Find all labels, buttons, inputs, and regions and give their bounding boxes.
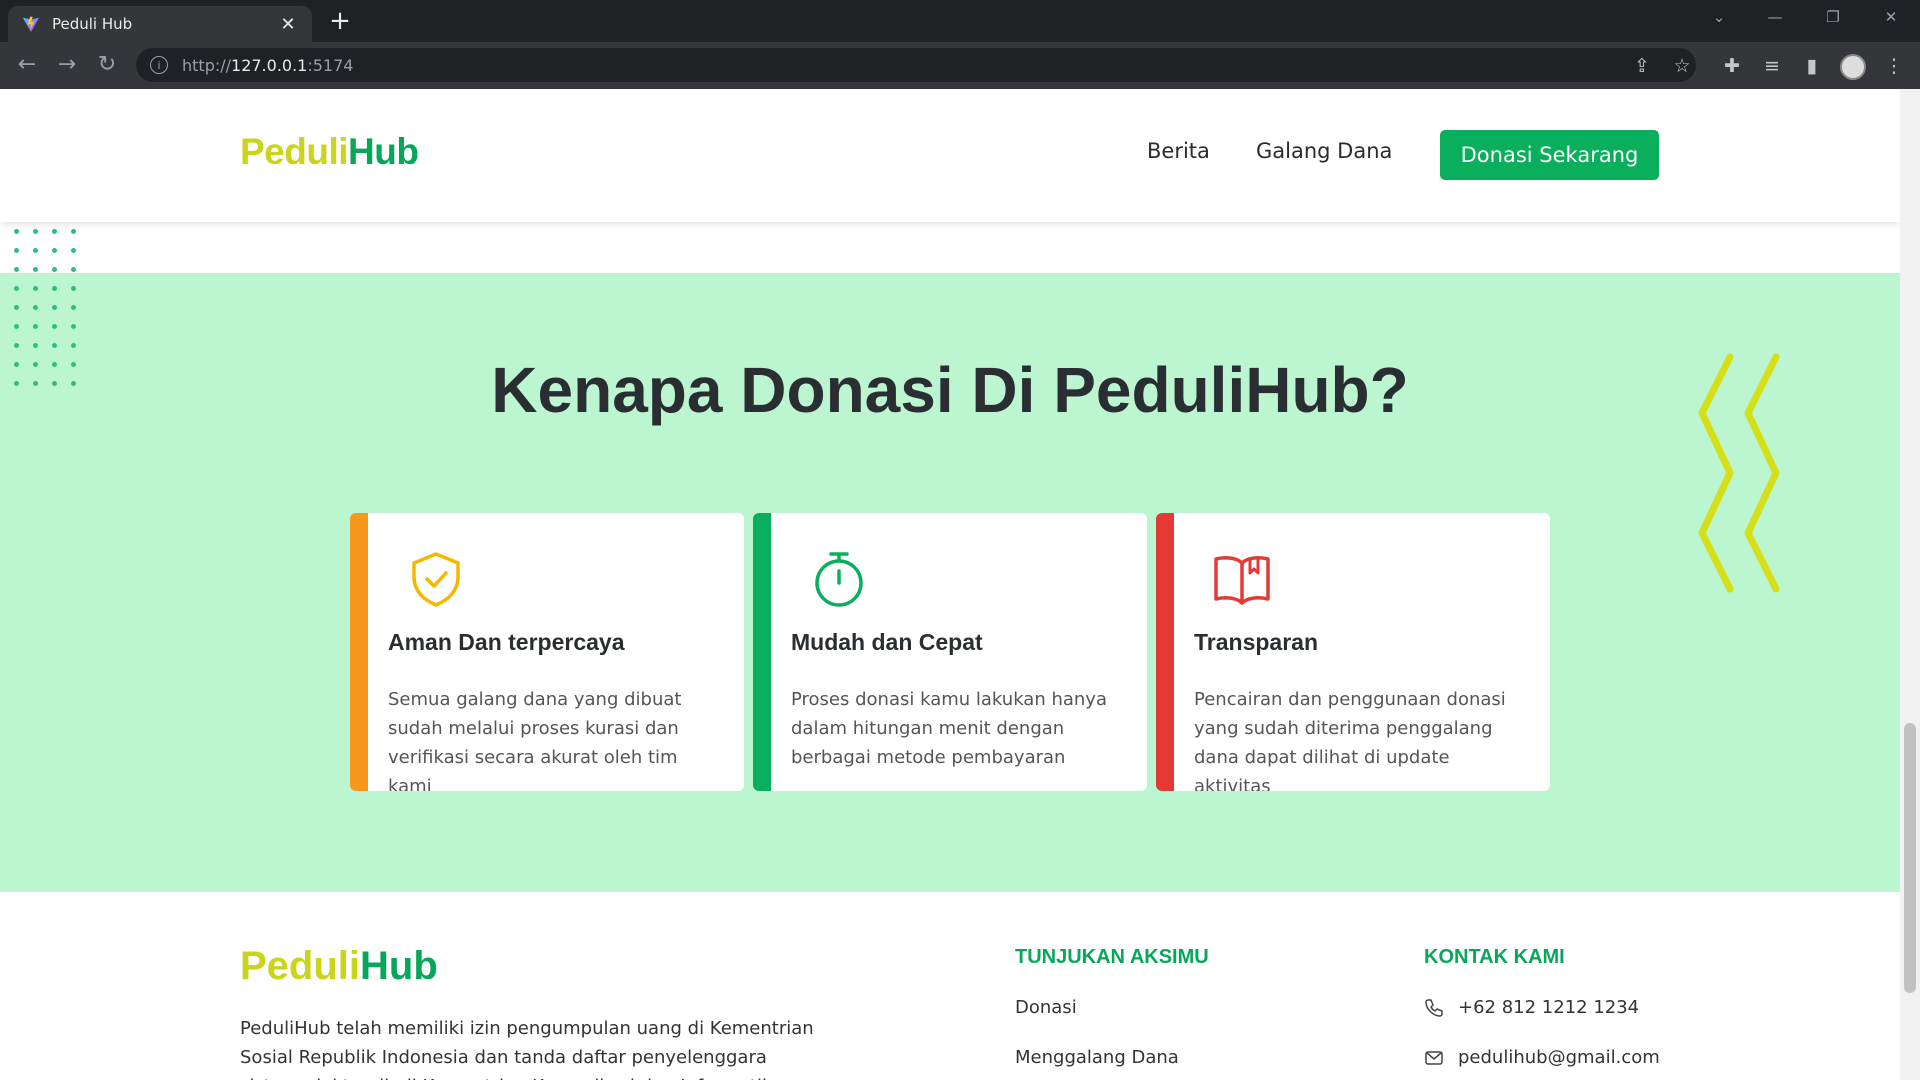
footer-logo[interactable]: PeduliHub: [240, 944, 438, 989]
decor-dot: [33, 248, 38, 253]
tab-title: Peduli Hub: [52, 15, 133, 33]
scrollbar-thumb[interactable]: [1904, 723, 1916, 993]
close-window-icon[interactable]: ✕: [1876, 8, 1906, 26]
decor-dot: [14, 381, 19, 386]
donasi-sekarang-button[interactable]: Donasi Sekarang: [1440, 130, 1659, 180]
share-icon[interactable]: ⇪: [1628, 52, 1656, 80]
decor-dot: [52, 286, 57, 291]
feature-card-mudah: Mudah dan Cepat Proses donasi kamu lakuk…: [753, 513, 1147, 791]
url-text: http://127.0.0.1:5174: [182, 55, 354, 75]
browser-toolbar: ← → ↻ i http://127.0.0.1:5174 ⇪ ☆ ✚ ≡ ▮ …: [0, 42, 1920, 89]
decor-dot: [71, 343, 76, 348]
section-title: Kenapa Donasi Di PeduliHub?: [491, 354, 1409, 426]
stopwatch-icon: [815, 552, 863, 607]
decor-dot: [14, 343, 19, 348]
card-title: Transparan: [1194, 629, 1318, 655]
page-viewport: PeduliHub Berita Galang Dana Donasi Seka…: [0, 89, 1900, 1080]
card-description: Pencairan dan penggunaan donasi yang sud…: [1194, 689, 1506, 791]
decor-dot: [71, 305, 76, 310]
decor-dot: [52, 362, 57, 367]
zigzag-decoration: [1698, 353, 1780, 593]
minimize-icon[interactable]: —: [1760, 8, 1790, 26]
browser-tab[interactable]: Peduli Hub ✕: [8, 6, 312, 42]
browser-tab-bar: Peduli Hub ✕ + ⌄ — ❐ ✕: [0, 0, 1920, 42]
decor-dot: [52, 267, 57, 272]
feature-card-aman: Aman Dan terpercaya Semua galang dana ya…: [350, 513, 744, 791]
decor-dot: [14, 362, 19, 367]
reload-icon[interactable]: ↻: [92, 50, 122, 80]
footer-description: PeduliHub telah memiliki izin pengumpula…: [240, 1018, 814, 1080]
decor-dot: [71, 267, 76, 272]
site-header: PeduliHub Berita Galang Dana Donasi Seka…: [0, 89, 1900, 222]
forward-icon[interactable]: →: [52, 50, 82, 80]
nav-link-galang-dana[interactable]: Galang Dana: [1256, 139, 1392, 163]
phone-text: +62 812 1212 1234: [1458, 997, 1640, 1018]
aksi-heading: TUNJUKAN AKSIMU: [1015, 946, 1209, 968]
card-title: Mudah dan Cepat: [791, 629, 983, 655]
back-icon[interactable]: ←: [12, 50, 42, 80]
phone-icon: [1425, 998, 1443, 1017]
decor-dot: [33, 286, 38, 291]
footer-link-donasi[interactable]: Donasi: [1015, 997, 1077, 1018]
feature-card-transparan: Transparan Pencairan dan penggunaan dona…: [1156, 513, 1550, 791]
decor-dot: [52, 229, 57, 234]
extensions-icon[interactable]: ✚: [1718, 52, 1746, 80]
site-info-icon[interactable]: i: [150, 56, 168, 74]
decor-dot: [14, 229, 19, 234]
decor-dot: [33, 381, 38, 386]
kontak-heading: KONTAK KAMI: [1424, 946, 1565, 968]
decor-dot: [33, 343, 38, 348]
decor-dot: [33, 324, 38, 329]
media-control-icon[interactable]: ≡: [1758, 52, 1786, 80]
tab-search-icon[interactable]: ⌄: [1704, 8, 1734, 26]
decor-dot: [71, 286, 76, 291]
decor-dot: [33, 362, 38, 367]
decor-dot: [33, 305, 38, 310]
profile-avatar[interactable]: [1840, 54, 1866, 80]
decor-dot: [33, 267, 38, 272]
email-text: pedulihub@gmail.com: [1458, 1047, 1660, 1068]
side-panel-icon[interactable]: ▮: [1798, 52, 1826, 80]
contact-email[interactable]: pedulihub@gmail.com: [1424, 1047, 1660, 1068]
decor-dot: [33, 229, 38, 234]
footer-link-menggalang-dana[interactable]: Menggalang Dana: [1015, 1047, 1179, 1068]
card-description: Semua galang dana yang dibuat sudah mela…: [388, 689, 682, 791]
vite-favicon-icon: [22, 16, 40, 33]
decor-dot: [52, 324, 57, 329]
close-tab-icon[interactable]: ✕: [278, 14, 298, 35]
restore-icon[interactable]: ❐: [1818, 8, 1848, 26]
decor-dot: [14, 286, 19, 291]
decor-dot: [71, 324, 76, 329]
card-title: Aman Dan terpercaya: [388, 629, 625, 655]
decor-dot: [71, 248, 76, 253]
decor-dot: [52, 305, 57, 310]
page-scrollbar[interactable]: [1900, 89, 1920, 1080]
decor-dot: [14, 248, 19, 253]
decor-dot: [14, 267, 19, 272]
decor-dot: [71, 381, 76, 386]
contact-phone[interactable]: +62 812 1212 1234: [1424, 997, 1639, 1018]
decor-dot: [52, 248, 57, 253]
card-accent-bar: [753, 513, 771, 791]
decor-dot: [52, 343, 57, 348]
decor-dot: [14, 324, 19, 329]
address-bar[interactable]: i http://127.0.0.1:5174: [136, 48, 1696, 82]
open-book-icon: [1214, 556, 1270, 605]
decor-dot: [52, 381, 57, 386]
new-tab-icon[interactable]: +: [325, 6, 355, 36]
nav-link-berita[interactable]: Berita: [1147, 139, 1210, 163]
site-logo[interactable]: PeduliHub: [240, 131, 419, 173]
bookmark-star-icon[interactable]: ☆: [1668, 52, 1696, 80]
why-section: Kenapa Donasi Di PeduliHub? Aman Dan ter…: [0, 273, 1900, 892]
site-footer: PeduliHub PeduliHub telah memiliki izin …: [0, 892, 1900, 1080]
shield-check-icon: [412, 552, 460, 607]
menu-kebab-icon[interactable]: ⋮: [1880, 52, 1908, 80]
card-description: Proses donasi kamu lakukan hanya dalam h…: [791, 689, 1107, 768]
mail-icon: [1425, 1050, 1443, 1065]
card-accent-bar: [1156, 513, 1174, 791]
card-accent-bar: [350, 513, 368, 791]
decor-dot: [14, 305, 19, 310]
decor-dot: [71, 362, 76, 367]
decor-dot: [71, 229, 76, 234]
